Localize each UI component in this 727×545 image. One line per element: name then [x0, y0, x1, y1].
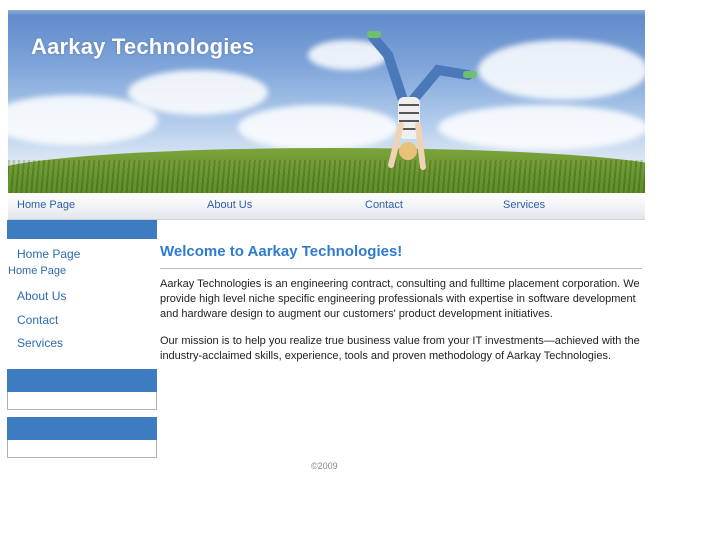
page-heading: Welcome to Aarkay Technologies! — [160, 243, 403, 260]
sidebar-home-page-link[interactable]: Home Page — [17, 247, 80, 261]
top-nav-bar: Home Page About Us Contact Services — [8, 193, 645, 220]
cloud — [478, 40, 645, 100]
copyright-text: ©2009 — [311, 461, 338, 471]
grass-texture — [8, 160, 645, 193]
site-title: Aarkay Technologies — [31, 34, 255, 59]
topnav-services-link[interactable]: Services — [503, 199, 545, 211]
mission-paragraph: Our mission is to help you realize true … — [160, 335, 640, 362]
sidebar-services-link[interactable]: Services — [17, 336, 63, 350]
sidebar-panel-header — [7, 369, 157, 392]
cloud — [128, 70, 268, 115]
banner-top-strip — [8, 10, 645, 16]
sidebar-panel-body — [7, 440, 157, 458]
topnav-about-us-link[interactable]: About Us — [207, 199, 252, 211]
sidebar-about-us-link[interactable]: About Us — [17, 289, 66, 303]
sidebar-panel-body — [7, 392, 157, 410]
sidebar-home-page-sublink[interactable]: Home Page — [8, 265, 66, 277]
intro-paragraph: Aarkay Technologies is an engineering co… — [160, 278, 640, 320]
sidebar-panel-header — [7, 417, 157, 440]
header-banner: Aarkay Technologies — [8, 10, 645, 193]
cartwheel-person-image — [367, 31, 477, 170]
topnav-home-page-link[interactable]: Home Page — [17, 199, 75, 211]
topnav-contact-link[interactable]: Contact — [365, 199, 403, 211]
divider — [160, 268, 642, 269]
sidebar-header-bar — [7, 220, 157, 239]
sidebar-contact-link[interactable]: Contact — [17, 313, 58, 327]
